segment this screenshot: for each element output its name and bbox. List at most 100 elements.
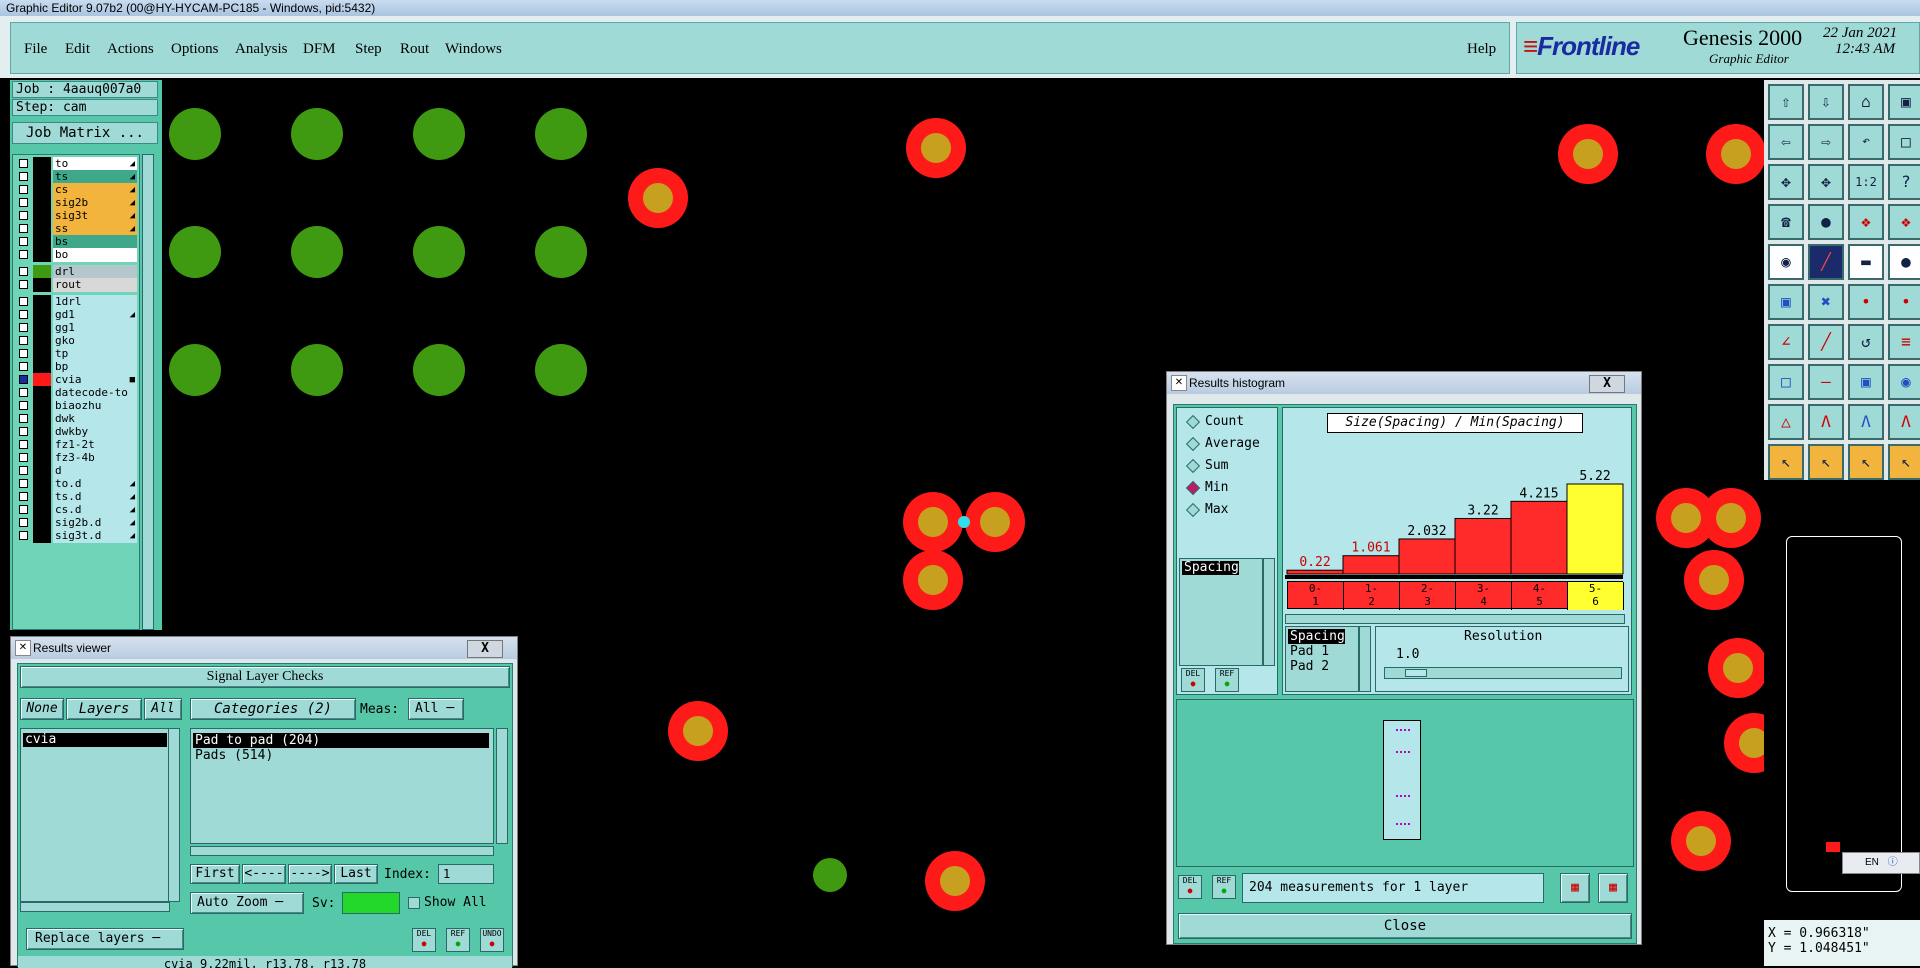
- category-list[interactable]: Pad to pad (204) Pads (514): [190, 728, 494, 844]
- help-icon[interactable]: ?: [1888, 164, 1920, 200]
- arc-icon[interactable]: ↺: [1848, 324, 1884, 360]
- tool-left-icon[interactable]: ⇦: [1768, 124, 1804, 160]
- route-pointer-icon[interactable]: ↖: [1888, 444, 1920, 480]
- layer-color-swatch[interactable]: [33, 235, 51, 249]
- layer-name[interactable]: ss ◢: [53, 222, 137, 236]
- layer-color-swatch[interactable]: [33, 464, 51, 478]
- size-list[interactable]: Spacing Pad 1 Pad 2: [1285, 626, 1359, 692]
- layer-color-swatch[interactable]: [33, 360, 51, 374]
- close-icon[interactable]: X: [467, 640, 503, 658]
- mode-radio-sum[interactable]: Sum: [1183, 456, 1293, 476]
- layer-checkbox[interactable]: [19, 237, 28, 246]
- layer-checkbox[interactable]: [19, 224, 28, 233]
- layer-color-swatch[interactable]: [33, 386, 51, 400]
- connect-icon[interactable]: ▣: [1768, 284, 1804, 320]
- layer-checkbox[interactable]: [19, 505, 28, 514]
- snap-icon[interactable]: ▣: [1848, 364, 1884, 400]
- layer-color-swatch[interactable]: [33, 412, 51, 426]
- all-button[interactable]: All: [144, 698, 182, 720]
- layer-checkbox[interactable]: [19, 323, 28, 332]
- layer-name[interactable]: fz1-2t: [53, 438, 137, 452]
- menu-analysis[interactable]: Analysis: [235, 41, 288, 58]
- layer-row-fz1-2t[interactable]: fz1-2t: [17, 438, 143, 452]
- line-icon[interactable]: ╱: [1808, 244, 1844, 280]
- chart-hscroll[interactable]: [1285, 614, 1625, 624]
- category-item[interactable]: Pads (514): [193, 748, 489, 763]
- histogram-bar[interactable]: [1286, 569, 1344, 575]
- measure-icon[interactable]: ☎: [1768, 204, 1804, 240]
- histogram-bar[interactable]: [1342, 555, 1400, 575]
- layer-color-swatch[interactable]: [33, 490, 51, 504]
- ref-button[interactable]: REF ●: [446, 928, 470, 952]
- ref-button[interactable]: REF ●: [1215, 668, 1239, 692]
- del-button[interactable]: DEL ●: [412, 928, 436, 952]
- layer-row-1drl[interactable]: 1drl: [17, 295, 143, 309]
- job-matrix-button[interactable]: Job Matrix ...: [12, 122, 158, 144]
- window-icon[interactable]: ▣: [1888, 84, 1920, 120]
- layer-color-swatch[interactable]: [33, 248, 51, 262]
- layer-checkbox[interactable]: [19, 159, 28, 168]
- select-icon[interactable]: ↖: [1808, 444, 1844, 480]
- layer-name[interactable]: 1drl: [53, 295, 137, 309]
- layer-row-biaozhu[interactable]: biaozhu: [17, 399, 143, 413]
- last-button[interactable]: Last: [334, 864, 378, 884]
- layer-name[interactable]: rout: [53, 278, 137, 292]
- layer-checkbox[interactable]: [19, 185, 28, 194]
- layer-name[interactable]: biaozhu: [53, 399, 137, 413]
- layer-color-swatch[interactable]: [33, 170, 51, 184]
- layer-color-swatch[interactable]: [33, 265, 51, 279]
- layer-checkbox[interactable]: [19, 518, 28, 527]
- categories-button[interactable]: Categories (2): [190, 698, 356, 720]
- layer-name[interactable]: fz3-4b: [53, 451, 137, 465]
- net2-icon[interactable]: ❖: [1888, 204, 1920, 240]
- category-item[interactable]: Pad to pad (204): [193, 733, 489, 748]
- del-button[interactable]: DEL ●: [1181, 668, 1205, 692]
- layer-checkbox[interactable]: [19, 427, 28, 436]
- zoom-fit-icon[interactable]: ✥: [1808, 164, 1844, 200]
- del-button[interactable]: DEL ●: [1178, 875, 1202, 899]
- menu-dfm[interactable]: DFM: [303, 41, 336, 58]
- layer-name[interactable]: cs ◢: [53, 183, 137, 197]
- layer-results-list[interactable]: cvia: [20, 728, 170, 902]
- layer-color-swatch[interactable]: [33, 278, 51, 292]
- layer-row-dwk[interactable]: dwk: [17, 412, 143, 426]
- pointer-icon[interactable]: ↖: [1768, 444, 1804, 480]
- histogram-bar[interactable]: [1454, 517, 1512, 575]
- layer-row-ts.d[interactable]: ts.d ◢: [17, 490, 143, 504]
- edit-pointer-icon[interactable]: ↖: [1848, 444, 1884, 480]
- layer-list[interactable]: to ◢ ts ◢ cs ◢ sig2b ◢ sig3t ◢ ss ◢ bs bo drl rout 1drl g…: [12, 154, 140, 630]
- layer-checkbox[interactable]: [19, 267, 28, 276]
- layer-checkbox[interactable]: [19, 492, 28, 501]
- layer-row-bp[interactable]: bp: [17, 360, 143, 374]
- layer-row-cs.d[interactable]: cs.d ◢: [17, 503, 143, 517]
- layer-checkbox[interactable]: [19, 479, 28, 488]
- layer-color-swatch[interactable]: [33, 196, 51, 210]
- layer-checkbox[interactable]: [19, 310, 28, 319]
- histogram-bar[interactable]: [1566, 483, 1624, 575]
- layer-row-to[interactable]: to ◢: [17, 157, 143, 171]
- redraw-icon[interactable]: □: [1888, 124, 1920, 160]
- meas-dropdown[interactable]: All ─: [408, 698, 464, 720]
- category-hscroll[interactable]: [190, 846, 494, 856]
- layer-results-scrollbar[interactable]: [168, 728, 180, 902]
- zoom-01-icon[interactable]: ↶: [1848, 124, 1884, 160]
- menu-rout[interactable]: Rout: [400, 41, 429, 58]
- layer-row-dwkby[interactable]: dwkby: [17, 425, 143, 439]
- dash-icon[interactable]: —: [1808, 364, 1844, 400]
- layer-color-swatch[interactable]: [33, 209, 51, 223]
- layer-color-swatch[interactable]: [33, 477, 51, 491]
- layer-checkbox[interactable]: [19, 401, 28, 410]
- angle-icon[interactable]: ∠: [1768, 324, 1804, 360]
- peak3-icon[interactable]: Λ: [1888, 404, 1920, 440]
- layer-row-sig3t[interactable]: sig3t ◢: [17, 209, 143, 223]
- export-icon[interactable]: ▦: [1560, 873, 1590, 903]
- layer-row-d[interactable]: d: [17, 464, 143, 478]
- fit-icon[interactable]: ✥: [1768, 164, 1804, 200]
- menu-windows[interactable]: Windows: [445, 41, 502, 58]
- layer-row-cs[interactable]: cs ◢: [17, 183, 143, 197]
- layer-color-swatch[interactable]: [33, 321, 51, 335]
- layer-row-ss[interactable]: ss ◢: [17, 222, 143, 236]
- layer-checkbox[interactable]: [19, 280, 28, 289]
- first-button[interactable]: First: [190, 864, 240, 884]
- menu-edit[interactable]: Edit: [65, 41, 90, 58]
